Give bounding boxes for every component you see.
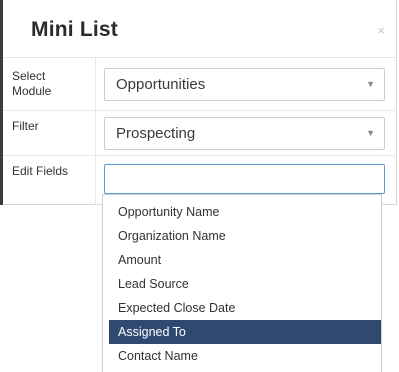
module-select[interactable]: Opportunities ▼	[104, 68, 385, 101]
dialog-title: Mini List	[31, 18, 118, 41]
filter-select[interactable]: Prospecting ▼	[104, 117, 385, 150]
dropdown-option[interactable]: Opportunity Name	[109, 200, 381, 224]
row-divider	[95, 111, 96, 155]
dropdown-option-highlighted[interactable]: Assigned To	[109, 320, 381, 344]
dropdown-option[interactable]: Lead Source	[109, 272, 381, 296]
row-filter: Filter Prospecting ▼	[3, 111, 397, 156]
module-select-value: Opportunities	[116, 76, 206, 93]
chevron-down-icon: ▼	[366, 128, 375, 138]
row-divider	[95, 156, 96, 205]
dropdown-option[interactable]: Amount	[109, 248, 381, 272]
dropdown-option[interactable]: Organization Name	[109, 224, 381, 248]
row-divider	[95, 58, 96, 110]
close-icon[interactable]: ×	[377, 24, 385, 37]
dropdown-option[interactable]: Expected Close Date	[109, 296, 381, 320]
dropdown-option[interactable]: Contact Name	[109, 344, 381, 368]
filter-label: Filter	[12, 119, 39, 133]
edit-fields-input[interactable]	[104, 164, 385, 194]
fields-dropdown: Opportunity Name Organization Name Amoun…	[102, 194, 382, 372]
chevron-down-icon: ▼	[366, 79, 375, 89]
filter-select-value: Prospecting	[116, 125, 196, 142]
edit-fields-label: Edit Fields	[12, 164, 69, 178]
row-select-module: Select Module Opportunities ▼	[3, 58, 397, 111]
dialog-header: Mini List ×	[3, 0, 397, 58]
mini-list-dialog: Mini List × Select Module Opportunities …	[3, 0, 397, 205]
select-module-label: Select Module	[12, 69, 52, 98]
